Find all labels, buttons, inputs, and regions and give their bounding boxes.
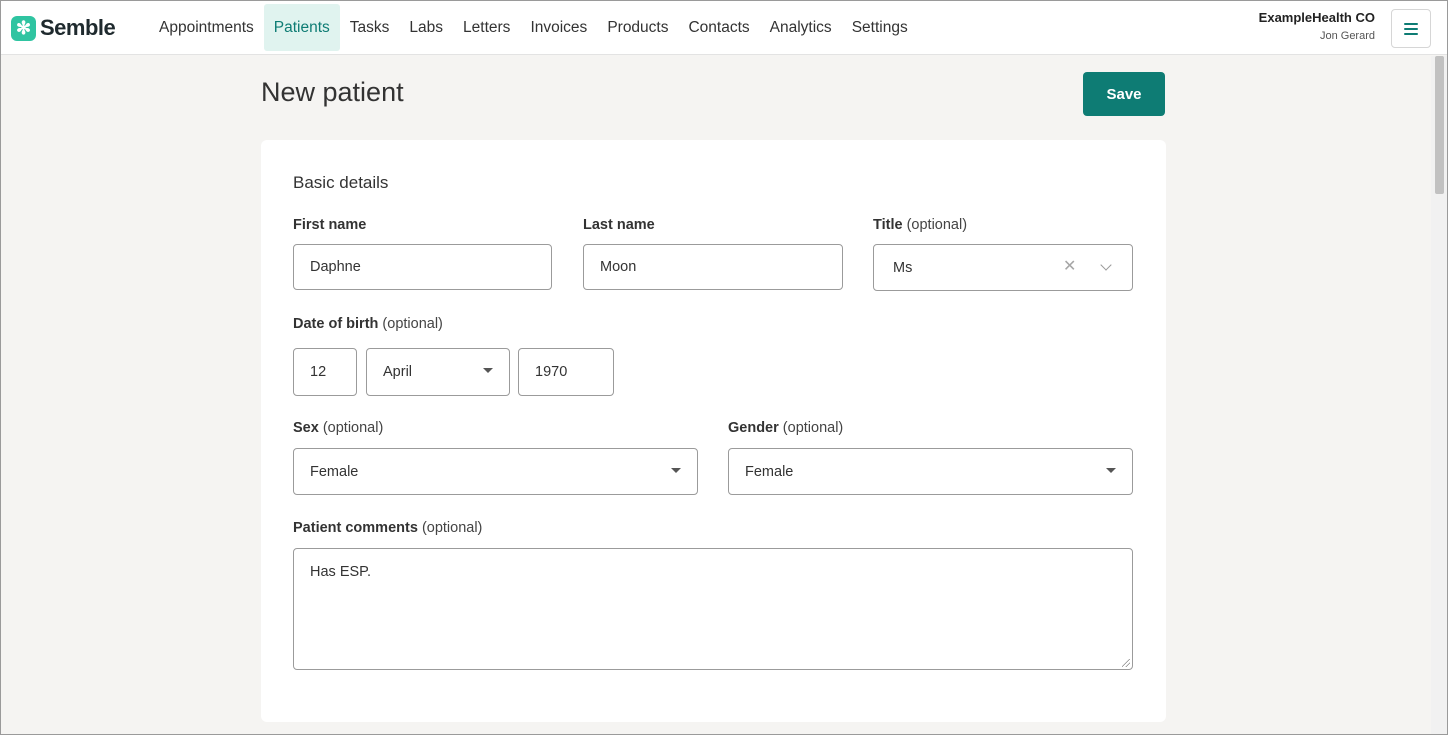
gender-select[interactable]: Female [728, 448, 1133, 495]
nav-appointments[interactable]: Appointments [149, 4, 264, 51]
dob-month-select[interactable]: April [366, 348, 510, 396]
section-title: Basic details [293, 173, 389, 192]
sex-select[interactable]: Female [293, 448, 698, 495]
clear-icon[interactable]: ✕ [1063, 259, 1076, 275]
first-name-value: Daphne [310, 259, 361, 275]
user-name: Jon Gerard [1319, 30, 1375, 42]
dropdown-caret-icon [671, 468, 681, 473]
page-scrollbar[interactable] [1431, 56, 1447, 734]
gender-label: Gender (optional) [728, 420, 844, 436]
dob-day-input[interactable]: 12 [293, 348, 357, 396]
dob-year-input[interactable]: 1970 [518, 348, 614, 396]
title-label: Title (optional) [873, 217, 968, 233]
patient-comments-textarea[interactable]: Has ESP. [293, 548, 1133, 670]
date-of-birth-label: Date of birth (optional) [293, 316, 443, 332]
sex-label: Sex (optional) [293, 420, 384, 436]
last-name-label: Last name [583, 217, 655, 233]
last-name-value: Moon [600, 259, 637, 275]
nav-settings[interactable]: Settings [842, 4, 918, 51]
patient-comments-label: Patient comments (optional) [293, 520, 483, 536]
page-title: New patient [261, 77, 404, 107]
nav-contacts[interactable]: Contacts [678, 4, 759, 51]
dropdown-caret-icon [483, 368, 493, 373]
patient-comments-value: Has ESP. [310, 564, 371, 580]
sex-value: Female [310, 463, 359, 480]
semble-logo-icon: ✻ [11, 15, 36, 41]
main-nav: Appointments Patients Tasks Labs Letters… [149, 4, 918, 51]
last-name-input[interactable]: Moon [583, 244, 843, 290]
account-info: ExampleHealth CO Jon Gerard [1259, 10, 1375, 42]
nav-letters[interactable]: Letters [453, 4, 520, 51]
title-select[interactable]: Ms ✕ [873, 244, 1133, 291]
nav-products[interactable]: Products [597, 4, 678, 51]
first-name-input[interactable]: Daphne [293, 244, 552, 290]
nav-labs[interactable]: Labs [399, 4, 453, 51]
nav-tasks[interactable]: Tasks [340, 4, 400, 51]
save-button[interactable]: Save [1083, 72, 1165, 116]
basic-details-card: Basic details First name Daphne Last nam… [261, 140, 1166, 722]
organisation-name: ExampleHealth CO [1258, 10, 1375, 25]
dob-month-value: April [383, 364, 413, 380]
main-menu-button[interactable] [1391, 9, 1431, 48]
brand-name: Semble [40, 15, 116, 40]
nav-invoices[interactable]: Invoices [520, 4, 597, 51]
nav-patients[interactable]: Patients [263, 4, 340, 51]
top-navigation-bar: ✻ Semble Appointments Patients Tasks Lab… [1, 1, 1447, 55]
first-name-label: First name [293, 217, 367, 233]
dropdown-caret-icon [1106, 468, 1116, 473]
scrollbar-thumb[interactable] [1435, 56, 1444, 194]
chevron-down-icon[interactable] [1100, 259, 1112, 271]
dob-day-value: 12 [310, 364, 327, 380]
gender-value: Female [745, 463, 794, 480]
resize-handle-icon[interactable] [1122, 659, 1130, 667]
semble-logo[interactable]: ✻ Semble [11, 15, 116, 41]
dob-year-value: 1970 [535, 364, 568, 380]
title-value: Ms [893, 259, 913, 276]
nav-analytics[interactable]: Analytics [760, 4, 842, 51]
hamburger-icon [1404, 22, 1418, 35]
